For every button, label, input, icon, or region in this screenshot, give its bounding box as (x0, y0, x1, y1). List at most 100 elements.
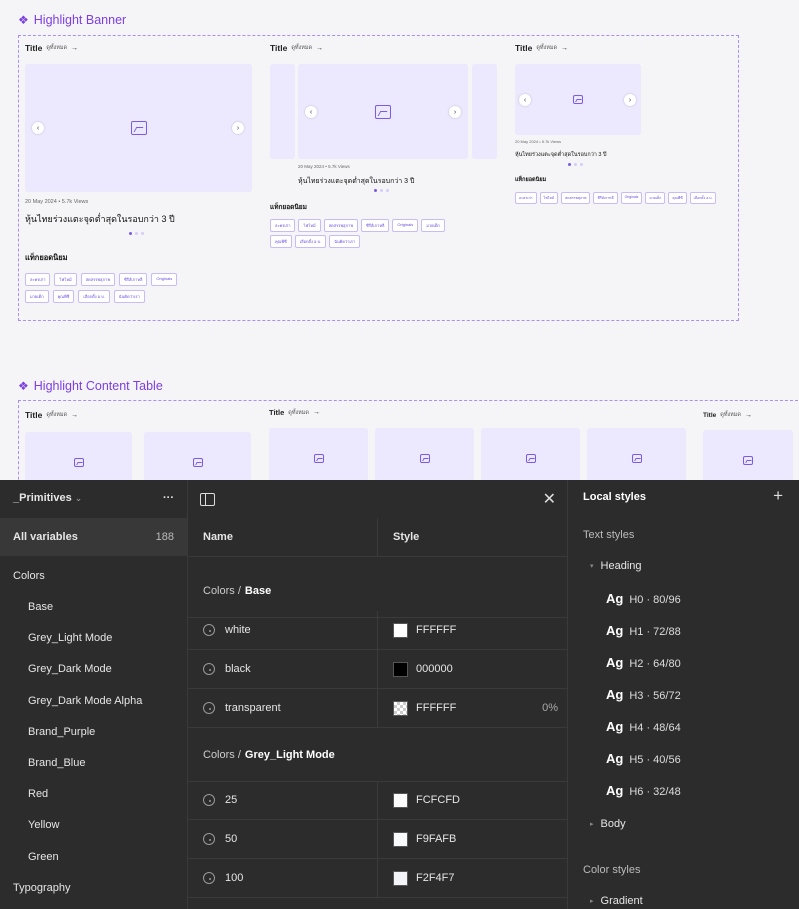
design-canvas[interactable]: ❖ Highlight Banner Title ดูทั้งหมด → ‹ ›… (0, 0, 799, 480)
color-swatch[interactable] (393, 831, 408, 847)
tag[interactable]: ไฟไหม้ (539, 192, 559, 204)
tag[interactable]: คุณพีซี (52, 290, 75, 303)
all-variables-item[interactable]: All variables 188 (0, 518, 187, 556)
carousel-dots[interactable] (129, 232, 144, 235)
group-grey-dark-alpha[interactable]: Grey_Dark Mode Alpha (28, 691, 183, 711)
banner-card-medium[interactable]: Title ดูทั้งหมด → (270, 43, 323, 53)
color-swatch[interactable] (393, 870, 408, 886)
caret-right-icon[interactable]: ▸ (590, 820, 594, 828)
add-style-icon[interactable]: + (773, 486, 783, 506)
tag[interactable]: Originals (151, 273, 178, 286)
table-row[interactable]: 50 F9FAFB (188, 820, 568, 859)
tag[interactable]: เลือกตั้ง อ.บ. (689, 192, 717, 204)
arrow-right-icon[interactable]: → (561, 45, 568, 52)
opacity-value[interactable]: 0% (542, 702, 558, 714)
group-typography[interactable]: Typography (13, 878, 183, 898)
next-button[interactable]: › (449, 106, 461, 118)
toggle-sidebar-icon[interactable] (200, 492, 215, 506)
group-grey-light[interactable]: Grey_Light Mode (28, 628, 183, 648)
tag[interactable]: ซีรีส์เกาหลี (118, 273, 148, 286)
color-swatch[interactable] (393, 792, 408, 808)
group-base[interactable]: Base (28, 597, 183, 617)
color-swatch[interactable] (393, 622, 408, 638)
content-image[interactable] (25, 432, 132, 480)
arrow-right-icon[interactable]: → (745, 412, 752, 419)
caret-right-icon[interactable]: ▸ (590, 897, 594, 905)
group-green[interactable]: Green (28, 847, 183, 867)
tag[interactable]: มวยเด็ก (421, 219, 445, 232)
tag[interactable]: ละครเก่า (270, 219, 296, 232)
text-style-item[interactable]: Ag H6 · 32/48 (606, 783, 681, 798)
table-row[interactable]: white FFFFFF (188, 611, 568, 650)
content-image[interactable] (481, 428, 580, 480)
tag[interactable]: เลือกตั้ง อ.บ. (294, 235, 327, 248)
tag[interactable]: เลือกตั้ง อ.บ. (78, 290, 110, 303)
tag[interactable]: ไฟไหม้ (298, 219, 321, 232)
article-headline[interactable]: หุ้นไทยร่วงแตะจุดต่ำสุดในรอบกว่า 3 ปี (515, 151, 607, 159)
prev-button[interactable]: ‹ (32, 122, 44, 134)
table-row[interactable]: black 000000 (188, 650, 568, 689)
color-swatch[interactable] (393, 700, 408, 716)
table-row[interactable]: 25 FCFCFD (188, 781, 568, 820)
text-style-item[interactable]: Ag H5 · 40/56 (606, 751, 681, 766)
heading-group[interactable]: ▾ Heading (590, 560, 642, 572)
carousel-dots[interactable] (568, 163, 583, 166)
tag[interactable]: สดสรรพสุภาพ (323, 219, 358, 232)
more-icon[interactable]: ··· (163, 492, 174, 504)
group-brand-purple[interactable]: Brand_Purple (28, 722, 183, 742)
arrow-right-icon[interactable]: → (316, 45, 323, 52)
collection-selector[interactable]: _Primitives ⌄ ··· (0, 488, 187, 508)
content-image[interactable] (587, 428, 686, 480)
tag[interactable]: ฉันคิดว่าเรา (113, 290, 145, 303)
close-icon[interactable]: ✕ (543, 489, 556, 509)
tag[interactable]: ละครเก่า (515, 192, 537, 204)
tag[interactable]: คุณพีซี (270, 235, 292, 248)
arrow-right-icon[interactable]: → (71, 45, 78, 52)
group-brand-blue[interactable]: Brand_Blue (28, 753, 183, 773)
tag[interactable]: ซีรีส์เกาหลี (360, 219, 390, 232)
table-row[interactable]: transparent FFFFFF 0% (188, 689, 568, 728)
prev-button[interactable]: ‹ (305, 106, 317, 118)
group-grey-dark[interactable]: Grey_Dark Mode (28, 659, 183, 679)
group-yellow[interactable]: Yellow (28, 815, 183, 835)
tag[interactable]: คุณพีซี (668, 192, 687, 204)
prev-button[interactable]: ‹ (519, 94, 531, 106)
banner-image[interactable] (298, 64, 468, 159)
banner-card-small[interactable]: Title ดูทั้งหมด → (515, 43, 568, 53)
article-headline[interactable]: หุ้นไทยร่วงแตะจุดต่ำสุดในรอบกว่า 3 ปี (298, 176, 414, 187)
banner-image[interactable] (515, 64, 641, 135)
text-style-item[interactable]: Ag H4 · 48/64 (606, 719, 681, 734)
tag[interactable]: มวยเด็ก (645, 192, 666, 204)
arrow-right-icon[interactable]: → (313, 409, 320, 416)
content-image[interactable] (269, 428, 368, 480)
gradient-group[interactable]: ▸ Gradient (590, 895, 643, 907)
group-colors[interactable]: Colors (13, 566, 183, 586)
group-red[interactable]: Red (28, 784, 183, 804)
tag[interactable]: ไฟไหม้ (54, 273, 77, 286)
tag[interactable]: Originals (392, 219, 419, 232)
column-name[interactable]: Name (188, 518, 378, 556)
color-swatch[interactable] (393, 661, 408, 677)
body-group[interactable]: ▸ Body (590, 818, 626, 830)
tag[interactable]: สดสรรพสุภาพ (80, 273, 115, 286)
text-style-item[interactable]: Ag H3 · 56/72 (606, 687, 681, 702)
tag[interactable]: ฉันคิดว่าเรา (329, 235, 361, 248)
banner-image[interactable] (25, 64, 252, 192)
content-image[interactable] (375, 428, 474, 480)
tag[interactable]: มวยเด็ก (25, 290, 49, 303)
banner-card-large[interactable]: Title ดูทั้งหมด → (25, 43, 78, 53)
caret-down-icon[interactable]: ▾ (590, 562, 594, 570)
text-style-item[interactable]: Ag H0 · 80/96 (606, 591, 681, 606)
article-headline[interactable]: หุ้นไทยร่วงแตะจุดต่ำสุดในรอบกว่า 3 ปี (25, 212, 175, 226)
next-button[interactable]: › (232, 122, 244, 134)
column-style[interactable]: Style (378, 518, 568, 556)
arrow-right-icon[interactable]: → (71, 412, 78, 419)
content-image[interactable] (144, 432, 251, 480)
next-button[interactable]: › (624, 94, 636, 106)
tag[interactable]: ละครเก่า (25, 273, 51, 286)
table-row[interactable]: 100 F2F4F7 (188, 859, 568, 898)
text-style-item[interactable]: Ag H1 · 72/88 (606, 623, 681, 638)
tag[interactable]: ซีรีส์เกาหลี (593, 192, 618, 204)
text-style-item[interactable]: Ag H2 · 64/80 (606, 655, 681, 670)
carousel-dots[interactable] (374, 189, 389, 192)
